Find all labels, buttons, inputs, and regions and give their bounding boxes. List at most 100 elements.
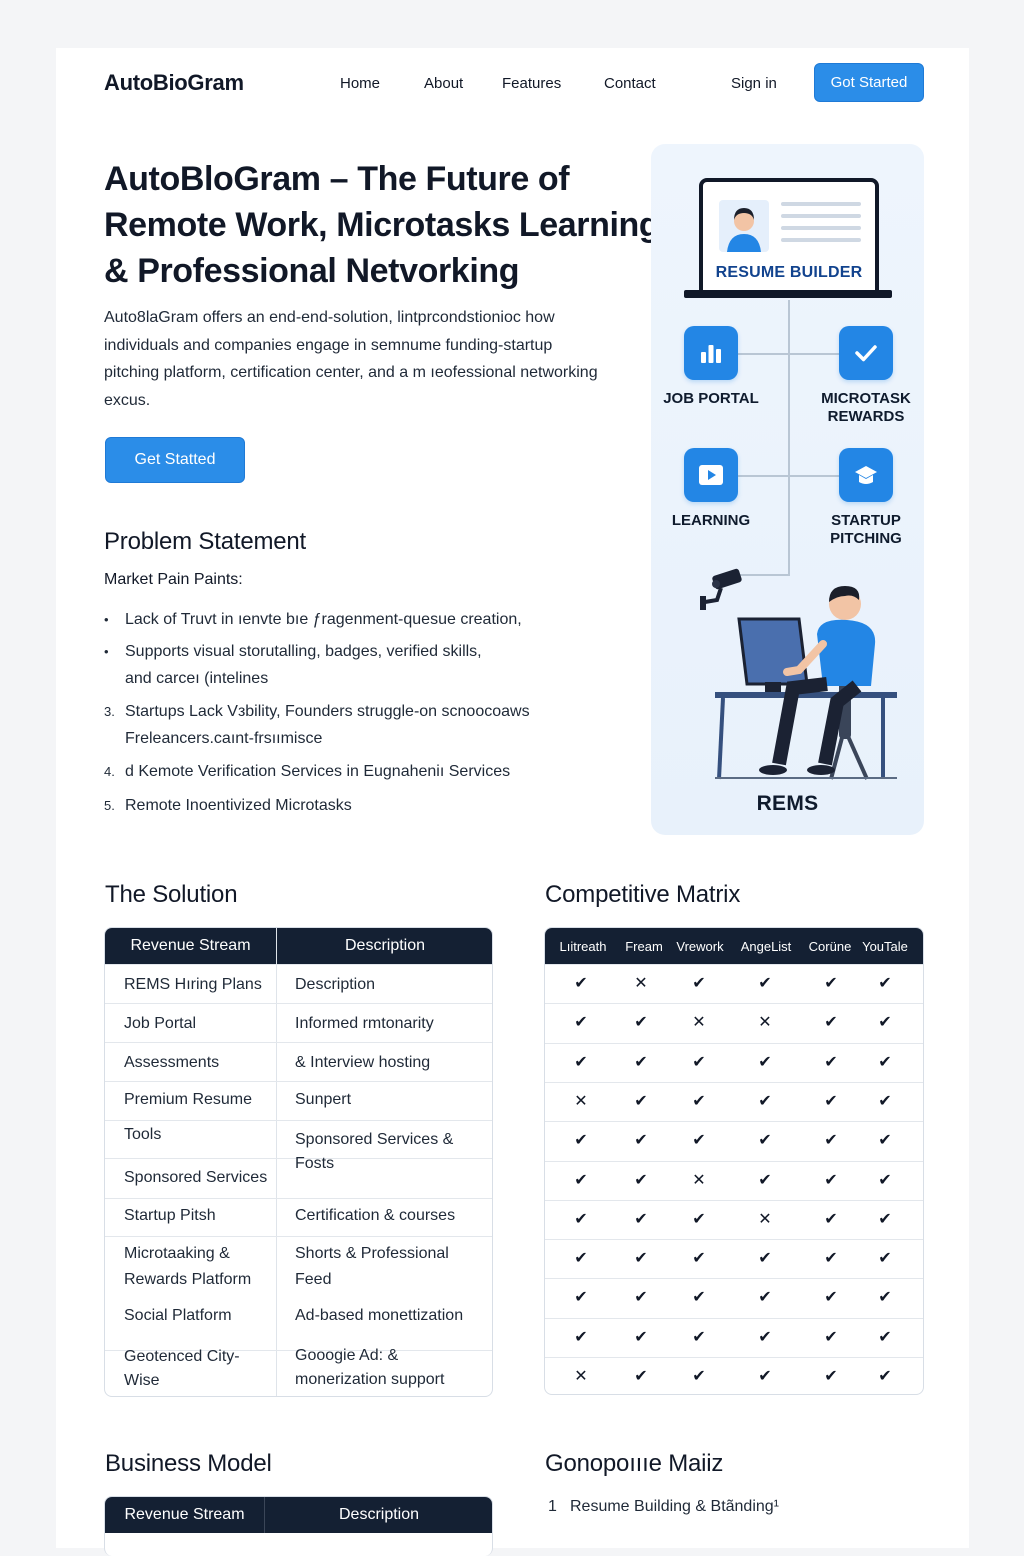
check-icon: ✔ [692,1250,706,1268]
table-cell: & Interview hosting [295,1054,431,1071]
table-cell: Sunpert [295,1091,352,1108]
check-icon: ✔ [634,1250,648,1268]
table-row [105,1120,492,1121]
nav-about[interactable]: About [424,75,463,92]
table-row [105,1081,492,1082]
table-cell: Startup Pitsh [124,1207,216,1224]
cross-icon: ✕ [574,1092,588,1110]
person-at-desk-illustration [715,586,897,780]
hero-description: Auto8laGram offers an end-end-solution, … [104,309,598,409]
table-row [545,1357,923,1358]
check-icon: ✔ [574,1132,588,1150]
check-icon: ✔ [758,1368,772,1385]
table-cell: Sponsored Services & Fosts [295,1131,454,1172]
feature-illustration: RESUME BUILDER JOB PORTAL MICROTASK REWA… [651,144,924,835]
check-icon: ✔ [758,1092,772,1110]
table-row [105,1003,492,1004]
check-icon: ✔ [824,1092,838,1110]
column-divider [264,1497,265,1533]
startup-pitching-label: STARTUP PITCHING [830,512,902,547]
table-row [105,1042,492,1043]
check-icon: ✔ [758,1171,772,1189]
check-icon: ✔ [878,1014,892,1032]
job-portal-tile[interactable] [684,326,738,380]
column-header: Fream [625,938,663,954]
check-icon: ✔ [692,1132,706,1150]
list-item-text: Remote Inoentivized Microtasks [125,797,352,814]
table-row [545,1121,923,1123]
check-icon: ✔ [692,1368,706,1385]
list-item-text: Resume Building & Btãnding¹ [570,1498,780,1515]
check-icon: ✔ [574,1053,588,1071]
table-row [105,964,492,965]
check-icon: ✔ [824,1210,838,1228]
list-number: 1 [548,1498,557,1515]
check-icon: ✔ [692,1289,706,1307]
table-cell: Tools [124,1126,162,1143]
check-icon: ✔ [634,1328,648,1346]
brand-logo[interactable]: AutoBioGram [104,70,244,96]
table-cell: Social Platform [124,1307,232,1324]
resume-builder-laptop: RESUME BUILDER [699,178,879,298]
microtask-rewards-label: MICROTASK REWARDS [821,390,911,425]
table-cell: Shorts & Professional Feed [295,1245,449,1288]
column-header: Corüne [808,938,852,954]
check-icon: ✔ [878,1250,892,1268]
nav-home[interactable]: Home [340,75,380,92]
table-cell: Informed rmtonarity [295,1015,434,1032]
table-cell: REMS Hıring Plans [124,976,262,993]
check-icon: ✔ [824,1053,838,1071]
learning-tile[interactable] [684,448,738,502]
table-header: Revenue Stream Description [105,928,492,964]
connector-line [738,353,840,355]
check-icon: ✔ [758,1289,772,1307]
page: AutoBioGram Home About Features Contact … [56,48,969,1556]
hero-get-started-button[interactable]: Get Statted [105,437,245,483]
matrix-heading: Competitive Matrix [545,881,741,908]
connector-line [788,300,790,574]
column-header: Description [344,937,426,954]
sign-in-link[interactable]: Sign in [731,75,777,92]
table-row [545,1317,923,1319]
text-line-placeholder [781,238,861,242]
table-row [545,1199,923,1201]
check-icon: ✔ [692,1053,706,1071]
microtask-rewards-tile[interactable] [839,326,893,380]
table-cell: Microtaaking & Rewards Platform [124,1245,252,1288]
table-cell: Description [295,976,376,993]
list-item-text: d Kemote Verification Services in Eugnah… [125,763,511,780]
table-cell: Gooogie Ad: & monerization support [295,1347,445,1388]
table-cell: Assessments [124,1054,220,1071]
connector-line [738,475,840,477]
table-row [545,1003,923,1005]
check-icon: ✔ [824,1328,838,1346]
check-icon: ✔ [824,1132,838,1150]
table-row [105,1198,492,1199]
rems-label: REMS [756,792,819,815]
check-icon: ✔ [692,1210,706,1228]
list-marker: 3. [104,704,115,719]
header-get-started-button[interactable]: Got Started [814,63,924,102]
table-row [545,1042,923,1044]
business-model-heading: Business Model [105,1450,272,1477]
table-cell: Geotenced City-Wise [124,1348,240,1389]
check-icon: ✔ [634,1014,648,1032]
table-cell: Premium Resume [124,1091,253,1108]
table-header: Revenue Stream Description [105,1497,492,1533]
nav-contact[interactable]: Contact [604,75,656,92]
table-row [105,1236,492,1237]
check-icon: ✔ [634,1171,648,1189]
startup-pitching-tile[interactable] [839,448,893,502]
table-cell: Ad-based monettization [295,1307,464,1324]
video-play-icon [699,465,723,485]
cross-icon: ✕ [758,1014,772,1032]
checkmark-icon [855,345,877,362]
check-icon: ✔ [824,1289,838,1307]
check-icon: ✔ [758,1250,772,1268]
cross-icon: ✕ [692,1171,706,1189]
laptop-base [684,290,892,298]
nav-features[interactable]: Features [502,75,561,92]
table-cell: Certification & courses [295,1207,456,1224]
list-marker: • [104,612,109,627]
column-header: Lıitreath [559,938,607,954]
